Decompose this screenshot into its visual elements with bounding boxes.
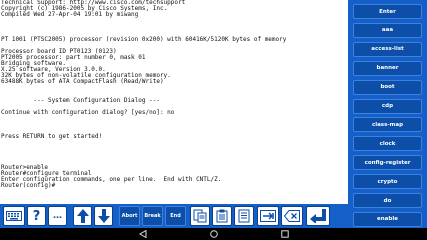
home-icon[interactable] xyxy=(210,230,218,238)
recent-apps-icon[interactable] xyxy=(281,230,289,238)
arrow-up-icon xyxy=(76,209,89,223)
command-button-boot[interactable]: boot xyxy=(353,79,422,95)
command-button-aaa[interactable]: aaa xyxy=(353,22,422,38)
question-icon: ? xyxy=(32,208,41,224)
help-button[interactable]: ? xyxy=(27,206,46,226)
ellipsis-icon: … xyxy=(53,211,62,221)
break-button[interactable]: Break xyxy=(142,206,163,226)
keyboard-icon xyxy=(6,211,22,221)
return-button[interactable] xyxy=(306,206,330,226)
command-button-clock[interactable]: clock xyxy=(353,136,422,152)
paste-icon xyxy=(216,209,228,223)
copy-icon xyxy=(193,209,207,223)
tab-key-button[interactable] xyxy=(257,206,279,226)
arrow-down-icon xyxy=(97,209,110,223)
backspace-icon xyxy=(284,210,300,222)
command-button-class-map[interactable]: class-map xyxy=(353,117,422,133)
command-shortcut-panel: Enter aaa access-list banner boot cdp class-ma… xyxy=(348,0,427,228)
end-button[interactable]: End xyxy=(165,206,186,226)
arrow-up-button[interactable] xyxy=(73,206,92,226)
command-button-crypto[interactable]: crypto xyxy=(353,174,422,190)
bottom-toolbar: ? … Abort Break End xyxy=(0,204,348,228)
copy-button[interactable] xyxy=(190,206,210,226)
system-nav-bar xyxy=(0,228,427,240)
tab-icon xyxy=(260,210,276,222)
command-button-access-list[interactable]: access-list xyxy=(353,41,422,57)
command-button-do[interactable]: do xyxy=(353,193,422,208)
return-icon xyxy=(310,209,326,223)
document-icon xyxy=(238,209,250,223)
keyboard-button[interactable] xyxy=(3,206,25,226)
terminal-line: Router(config)# xyxy=(1,181,56,189)
back-icon[interactable] xyxy=(139,230,147,238)
abort-button[interactable]: Abort xyxy=(119,206,140,226)
command-button-banner[interactable]: banner xyxy=(353,60,422,76)
command-button-enter[interactable]: Enter xyxy=(353,4,422,19)
command-button-enable[interactable]: enable xyxy=(353,211,422,227)
paste-button[interactable] xyxy=(212,206,232,226)
arrow-down-button[interactable] xyxy=(94,206,113,226)
command-button-config-register[interactable]: config-register xyxy=(353,155,422,171)
backspace-button[interactable] xyxy=(281,206,303,226)
terminal-output[interactable]: Technical Support: http://www.cisco.com/… xyxy=(0,0,348,204)
command-button-cdp[interactable]: cdp xyxy=(353,98,422,114)
document-button[interactable] xyxy=(234,206,254,226)
more-button[interactable]: … xyxy=(48,206,67,226)
